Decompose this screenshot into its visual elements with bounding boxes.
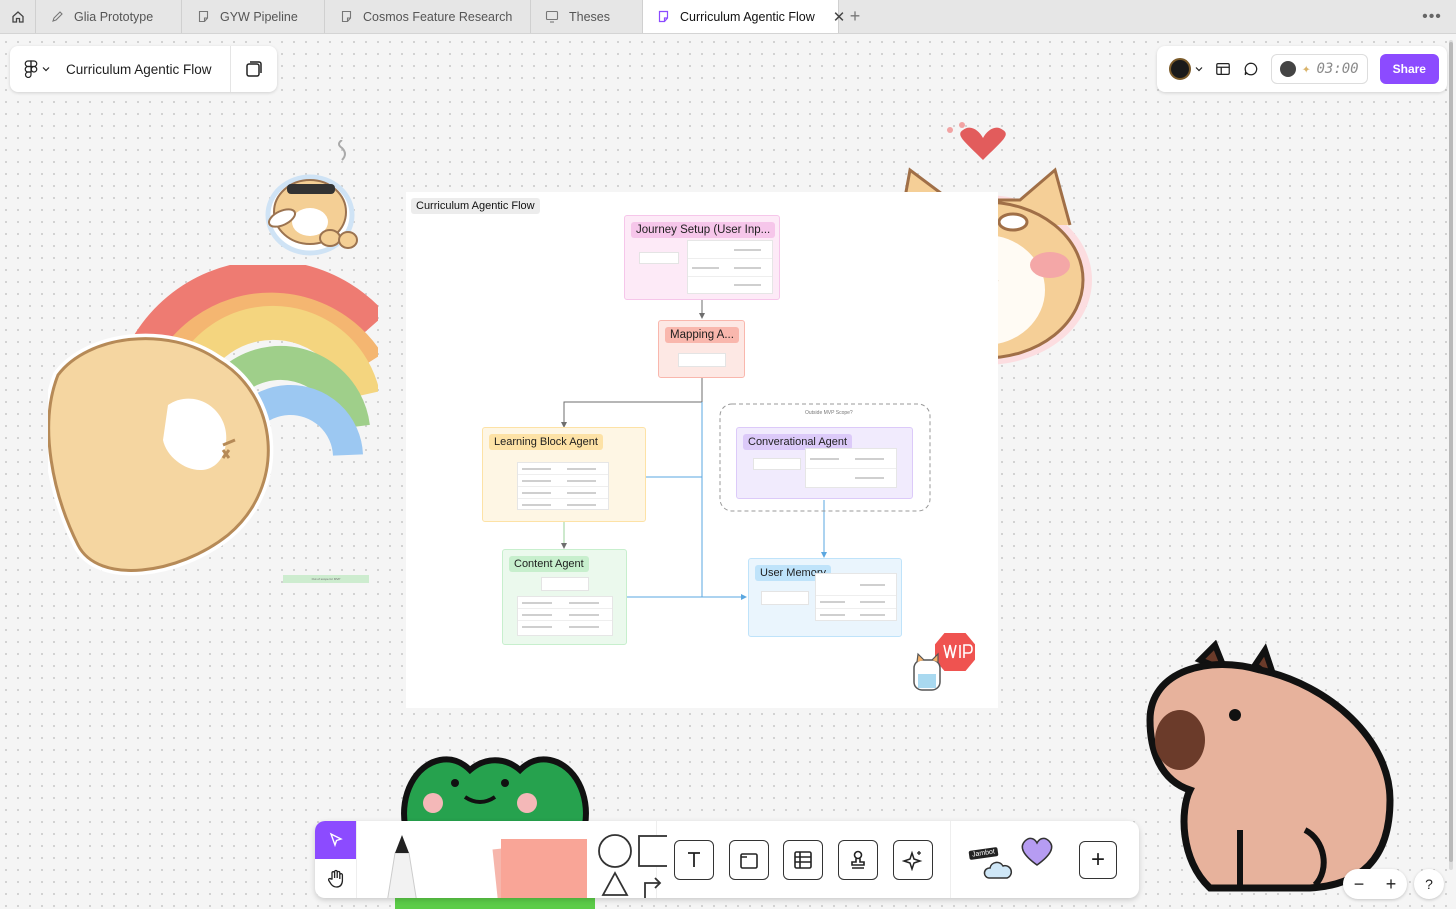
rainbow-shiba-sticker[interactable]	[48, 265, 378, 595]
user-memory-node[interactable]: User Memory	[748, 558, 902, 637]
storage-box	[761, 591, 809, 605]
out-of-scope-note[interactable]: Out of scope for MVP	[283, 575, 369, 583]
node-title: Content Agent	[509, 556, 589, 572]
table-tool[interactable]	[783, 839, 824, 880]
chevron-down-icon	[42, 67, 50, 72]
mini-table	[517, 596, 613, 636]
timer-text: 03:00	[1316, 61, 1359, 77]
mini-table	[517, 462, 609, 510]
tab-label: Glia Prototype	[74, 9, 154, 24]
file-header: Curriculum Agentic Flow	[10, 46, 277, 92]
widgets-stickers[interactable]: Jambot	[963, 825, 1063, 895]
outside-mvp-label: Outside MVP Scope?	[805, 410, 853, 416]
pages-button[interactable]	[231, 59, 277, 79]
section-icon	[740, 852, 758, 869]
tab-label: Theses	[569, 9, 610, 24]
zoom-in-button[interactable]: +	[1386, 874, 1397, 895]
tab-bar: Glia Prototype GYW Pipeline Cosmos Featu…	[0, 0, 1456, 34]
tab-cosmos-feature-research[interactable]: Cosmos Feature Research	[325, 0, 531, 33]
input-box	[639, 252, 679, 264]
collaboration-bar: ✦ 03:00 Share	[1157, 46, 1447, 92]
mini-table	[815, 573, 897, 621]
share-button[interactable]: Share	[1379, 54, 1439, 84]
hand-tool[interactable]	[315, 859, 356, 898]
tab-label: GYW Pipeline	[220, 9, 298, 24]
shapes-icon[interactable]	[597, 833, 667, 898]
timer-widget[interactable]: ✦ 03:00	[1271, 54, 1368, 84]
heart-sticker-icon	[1021, 837, 1053, 866]
zoom-out-button[interactable]: −	[1354, 874, 1365, 895]
bottom-toolbar: Jambot +	[315, 821, 1139, 898]
sticky-note-icon[interactable]	[487, 831, 587, 898]
wip-cat-sticker[interactable]	[908, 630, 978, 696]
avatar	[1169, 58, 1191, 80]
conversational-agent-node[interactable]: Converational Agent	[736, 427, 913, 499]
node-title: Mapping A...	[665, 327, 739, 343]
zoom-controls: − +	[1343, 869, 1407, 899]
table-icon	[794, 850, 813, 869]
node-title: Journey Setup (User Inp...	[631, 222, 776, 238]
mode-switcher	[315, 821, 357, 898]
more-options-icon[interactable]: •••	[1408, 0, 1456, 33]
mapping-agent-node[interactable]: Mapping A...	[658, 320, 745, 378]
journey-setup-node[interactable]: Journey Setup (User Inp...	[624, 215, 780, 300]
tab-curriculum-agentic-flow[interactable]: Curriculum Agentic Flow ✕	[643, 0, 845, 33]
layout-icon[interactable]	[1215, 60, 1231, 78]
output-box	[678, 353, 726, 367]
shiba-sunglasses-sticker[interactable]	[250, 140, 370, 260]
section-tool[interactable]	[728, 839, 769, 880]
mini-table	[805, 448, 897, 488]
user-menu[interactable]	[1169, 58, 1203, 80]
file-icon	[339, 10, 353, 24]
new-tab-button[interactable]: +	[839, 0, 871, 33]
sparkle-icon: ✦	[1302, 61, 1311, 77]
text-tool[interactable]	[674, 839, 715, 880]
more-tools: Jambot +	[951, 821, 1139, 898]
tab-glia-prototype[interactable]: Glia Prototype	[36, 0, 182, 33]
home-icon	[11, 10, 24, 23]
output-box	[541, 577, 589, 591]
figma-logo-icon	[24, 60, 38, 78]
marker-icon[interactable]	[377, 833, 427, 898]
learning-block-agent-node[interactable]: Learning Block Agent	[482, 427, 646, 522]
tab-theses[interactable]: Theses	[531, 0, 643, 33]
vertical-scrollbar[interactable]	[1449, 40, 1453, 870]
tab-gyw-pipeline[interactable]: GYW Pipeline	[182, 0, 325, 33]
content-agent-node[interactable]: Content Agent	[502, 549, 627, 645]
home-button[interactable]	[0, 0, 36, 33]
sparkle-icon	[901, 850, 923, 871]
tabbar-spacer	[871, 0, 1408, 33]
avatar	[1280, 61, 1297, 77]
hand-icon	[327, 869, 343, 888]
node-title: Learning Block Agent	[489, 434, 603, 450]
more-tools-button[interactable]: +	[1079, 840, 1117, 879]
text-icon	[688, 851, 701, 867]
stamp-tool[interactable]	[838, 839, 879, 880]
cloud-icon	[983, 861, 1013, 879]
figjam-icon	[657, 10, 670, 24]
insert-tools	[657, 821, 951, 898]
chevron-down-icon	[1195, 67, 1203, 72]
drawing-tools	[357, 821, 667, 898]
pen-icon	[50, 10, 64, 24]
input-box	[753, 458, 801, 470]
cursor-icon	[329, 832, 343, 848]
stamp-icon	[851, 850, 865, 869]
main-menu-button[interactable]	[10, 60, 60, 78]
capybara-sticker[interactable]	[1140, 640, 1400, 900]
mini-table	[687, 240, 773, 294]
comment-icon[interactable]	[1243, 60, 1259, 78]
jambot-tag: Jambot	[968, 846, 999, 860]
file-title[interactable]: Curriculum Agentic Flow	[60, 62, 230, 77]
tab-label: Curriculum Agentic Flow	[680, 9, 815, 24]
tab-label: Cosmos Feature Research	[363, 9, 513, 24]
pages-icon	[246, 61, 262, 77]
select-tool[interactable]	[315, 821, 356, 859]
file-icon	[196, 10, 210, 24]
scrollbar-thumb[interactable]	[1449, 42, 1453, 862]
ai-tool[interactable]	[892, 839, 933, 880]
slides-icon	[545, 10, 559, 24]
help-button[interactable]: ?	[1414, 869, 1444, 899]
